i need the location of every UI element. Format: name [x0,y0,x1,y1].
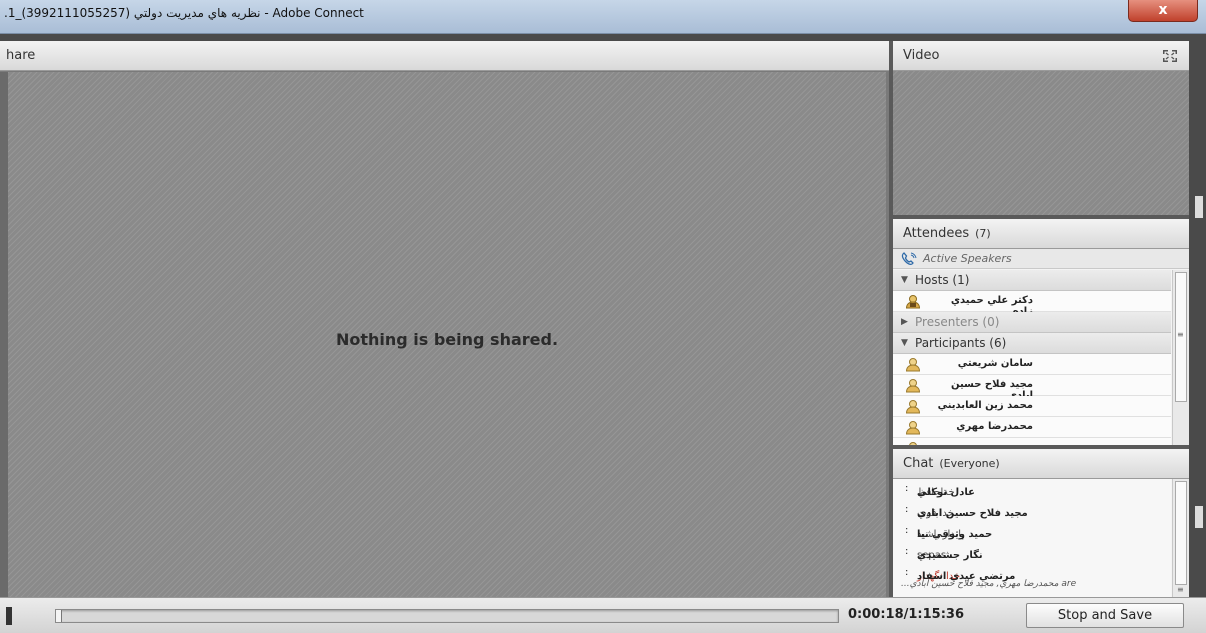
empty-share-message: Nothing is being shared. [335,330,559,349]
title-bar-divider [0,34,1206,41]
scrollbar-thumb[interactable] [1175,481,1187,585]
user-icon [905,379,921,393]
share-pod-header: hare [0,41,889,71]
user-icon [905,400,921,414]
share-pod-title: hare [6,48,36,63]
chat-scope: (Everyone) [939,457,1000,470]
chat-message: پايدار باشيد : حميد وثوقي نيا [893,521,1171,542]
attendee-row[interactable]: دكتر علي حميدي زاده [893,291,1171,317]
host-icon [905,295,921,309]
chat-message: sepas : نگار جشميدي [893,542,1171,563]
share-pod: hare Nothing is being shared. [0,41,889,597]
attendee-row[interactable]: محمد زين العابديني [893,396,1171,417]
attendees-pod-title: Attendees (7) [903,226,991,241]
chat-pod: Chat (Everyone) خداحافظ : عادل توكلي خدا ق… [893,449,1189,597]
pause-icon[interactable] [6,607,12,625]
user-icon [905,421,921,435]
video-pod-title: Video [903,48,940,63]
chat-pod-header: Chat (Everyone) [893,449,1189,479]
adobe-connect-window: .1_(3992111055257) نظريه هاي مديريت دولت… [0,0,1206,633]
attendees-pod: Attendees (7) Active Speakers ▼ Hosts (1) [893,219,1189,445]
title-bar: .1_(3992111055257) نظريه هاي مديريت دولت… [0,0,1206,34]
progress-fill [56,610,62,622]
fullscreen-icon[interactable] [1163,50,1177,62]
playback-bar: 0:00:18/1:15:36 Stop and Save [0,597,1206,633]
attendee-row[interactable]: مجيد فلاح حسين ابادي [893,375,1171,401]
attendees-pod-header: Attendees (7) [893,219,1189,249]
active-speakers-row[interactable]: Active Speakers [893,249,1189,269]
stop-and-save-button[interactable]: Stop and Save [1026,603,1184,628]
phone-icon [901,252,917,265]
attendee-scrollbar[interactable]: ≡ [1172,270,1189,445]
chat-message-text: sepas : نگار جشميدي [905,546,983,561]
collapsed-arrow-icon: ▶ [901,317,908,327]
video-pod: Video [893,41,1189,215]
section-hosts[interactable]: ▼ Hosts (1) [893,270,1171,291]
chat-messages: خداحافظ : عادل توكلي خدا قوت : مجيد فلاح ح… [893,479,1171,597]
grip-icon: ≡ [1177,330,1184,339]
close-button[interactable]: x [1128,0,1198,22]
playback-time: 0:00:18/1:15:36 [848,607,964,622]
playback-progress[interactable] [55,609,839,623]
window-right-edge [1189,41,1206,597]
chat-scrollbar[interactable]: ≡ [1172,479,1189,597]
video-pod-header: Video [893,41,1189,71]
share-area[interactable]: Nothing is being shared. [8,72,886,597]
chat-message-text: خداحافظ : عادل توكلي [905,483,975,498]
chat-sender: حميد وثوقي نيا [917,529,993,540]
chat-message-text: خدا نگهدار : مرتضي عيدي اسفاد [905,567,1016,582]
right-column: Video Attendees (7) Active Speakers ▼ Ho… [889,41,1206,597]
chat-message: خدا قوت : مجيد فلاح حسين ابادي [893,500,1171,521]
chat-message: خداحافظ : عادل توكلي [893,479,1171,500]
active-speakers-label: Active Speakers [923,252,1012,265]
section-participants-label: Participants (6) [915,336,1007,350]
grip-icon: ≡ [1177,585,1184,594]
attendee-row[interactable]: محمدرضا مهري [893,417,1171,438]
typing-indicator: ...محمدرضا مهري, مجيد فلاح حسين ابادي ar… [901,579,1077,589]
section-presenters-label: Presenters (0) [915,315,1000,329]
attendee-row-partial[interactable] [893,438,1171,445]
chat-message-text: پايدار باشيد : حميد وثوقي نيا [905,525,993,540]
attendee-name: محمدرضا مهري [956,421,1033,432]
chat-title-text: Chat [903,456,934,471]
user-icon [909,442,917,445]
share-pod-edge [0,72,8,597]
chat-sender: عادل توكلي [917,487,975,498]
expanded-arrow-icon: ▼ [901,338,908,348]
edge-handle[interactable] [1195,506,1203,528]
chat-sender: نگار جشميدي [917,550,983,561]
attendee-row[interactable]: سامان شريعتي [893,354,1171,375]
chat-message-text: خدا قوت : مجيد فلاح حسين ابادي [905,504,1028,519]
expanded-arrow-icon: ▼ [901,275,908,285]
chat-sender: مجيد فلاح حسين ابادي [917,508,1028,519]
attendee-name: سامان شريعتي [957,358,1033,369]
user-icon [905,358,921,372]
section-presenters[interactable]: ▶ Presenters (0) [893,312,1171,333]
window-title: .1_(3992111055257) نظريه هاي مديريت دولت… [4,6,364,20]
section-participants[interactable]: ▼ Participants (6) [893,333,1171,354]
attendee-list: ▼ Hosts (1) دكتر علي حميدي زاده ▶ Presen… [893,270,1171,445]
edge-handle[interactable] [1195,196,1203,218]
section-hosts-label: Hosts (1) [915,273,970,287]
attendee-name: محمد زين العابديني [937,400,1033,411]
attendees-title-text: Attendees [903,226,970,241]
chat-pod-title: Chat (Everyone) [903,456,1000,471]
attendee-count: (7) [975,227,991,240]
